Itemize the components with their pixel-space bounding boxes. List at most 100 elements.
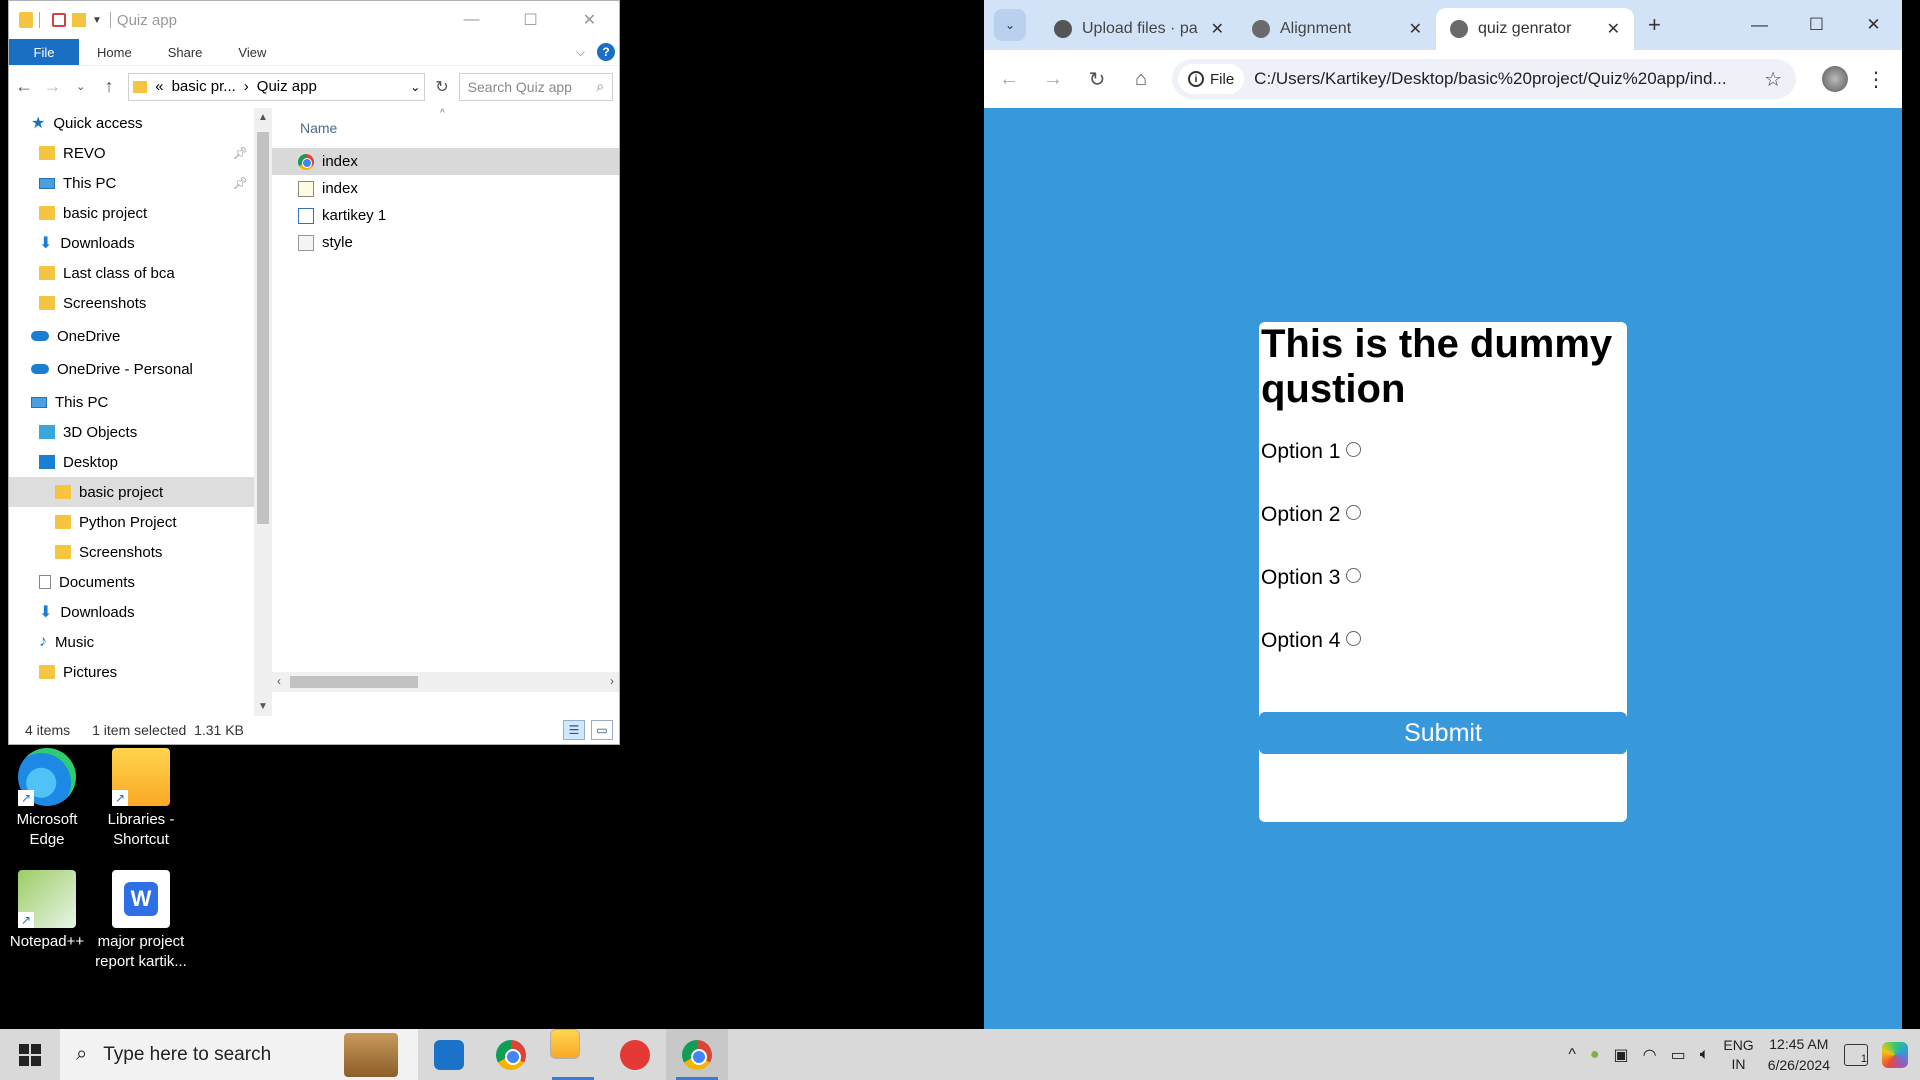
back-arrow-icon[interactable]: ← <box>15 76 33 97</box>
back-arrow-icon[interactable]: ← <box>996 68 1022 91</box>
file-row[interactable]: kartikey 1 <box>272 202 619 229</box>
meet-now-icon[interactable]: ▣ <box>1614 1045 1629 1065</box>
ribbon-tab-file[interactable]: File <box>9 39 79 65</box>
scroll-up-icon[interactable]: ▲ <box>254 112 272 123</box>
nav-item[interactable]: ★ Quick access <box>9 108 254 138</box>
reload-icon[interactable]: ↻ <box>1084 67 1110 92</box>
scroll-thumb[interactable] <box>257 132 269 524</box>
radio-button[interactable] <box>1346 505 1362 520</box>
close-button[interactable]: ✕ <box>560 1 619 39</box>
file-list-hscrollbar[interactable]: ‹ › <box>272 672 619 692</box>
site-info-chip[interactable]: i File <box>1178 64 1245 94</box>
scroll-left-icon[interactable]: ‹ <box>277 674 281 688</box>
bookmark-star-icon[interactable]: ☆ <box>1764 67 1782 92</box>
nav-item[interactable]: Pictures <box>9 657 254 687</box>
nav-item[interactable]: Documents <box>9 567 254 597</box>
nav-item[interactable]: Screenshots <box>9 288 254 318</box>
volume-icon[interactable]: 🔈︎ <box>1700 1046 1710 1064</box>
profile-avatar-icon[interactable] <box>1822 66 1848 92</box>
search-input[interactable]: Search Quiz app ⌕ <box>458 72 614 101</box>
notifications-icon[interactable]: 1 <box>1844 1043 1868 1066</box>
file-row[interactable]: style <box>272 229 619 256</box>
breadcrumb-quiz-app[interactable]: Quiz app <box>257 78 317 95</box>
nav-item[interactable]: basic project <box>9 198 254 228</box>
tab-alignment[interactable]: Alignment ✕ <box>1238 8 1436 50</box>
details-view-icon[interactable]: ☰ <box>563 720 585 740</box>
hscroll-thumb[interactable] <box>290 676 418 688</box>
browser-minimize-button[interactable]: — <box>1731 0 1788 50</box>
nav-item[interactable]: This PC <box>9 387 254 417</box>
new-tab-button[interactable]: + <box>1648 12 1661 38</box>
home-icon[interactable]: ⌂ <box>1128 68 1154 91</box>
tray-app-icon[interactable]: ● <box>1590 1046 1600 1064</box>
submit-button[interactable]: Submit <box>1259 712 1627 754</box>
show-hidden-icons-icon[interactable]: ^ <box>1568 1046 1576 1064</box>
tab-search-icon[interactable]: ⌄ <box>994 9 1026 41</box>
address-bar[interactable]: « basic pr... › Quiz app ⌄ <box>128 72 426 101</box>
help-icon[interactable]: ? <box>597 43 615 61</box>
large-icons-view-icon[interactable]: ▭ <box>591 720 613 740</box>
minimize-button[interactable]: — <box>442 1 501 39</box>
desktop-icon-edge[interactable]: ↗ Microsoft Edge <box>0 748 97 850</box>
forward-arrow-icon[interactable]: → <box>1040 68 1066 91</box>
ribbon-tab-home[interactable]: Home <box>79 45 150 60</box>
ribbon-tab-view[interactable]: View <box>220 45 284 60</box>
scroll-right-icon[interactable]: › <box>610 674 614 688</box>
nav-item[interactable]: This PC 📌︎ <box>9 168 254 198</box>
address-dropdown-icon[interactable]: ⌄ <box>410 80 420 94</box>
quiz-option-2[interactable]: Option 2 <box>1259 483 1627 546</box>
refresh-icon[interactable]: ↻ <box>435 77 448 97</box>
nav-item[interactable]: REVO 📌︎ <box>9 138 254 168</box>
desktop-icon-major-project-report[interactable]: major project report kartik... <box>91 870 191 972</box>
browser-maximize-button[interactable]: ☐ <box>1788 0 1845 50</box>
taskbar-search-box[interactable]: ⌕ Type here to search <box>60 1029 418 1080</box>
menu-kebab-icon[interactable]: ⋮ <box>1866 67 1886 92</box>
nav-item[interactable]: Last class of bca <box>9 258 254 288</box>
quiz-option-3[interactable]: Option 3 <box>1259 546 1627 609</box>
nav-item[interactable]: Desktop <box>9 447 254 477</box>
tab-upload-files[interactable]: Upload files · pa ✕ <box>1040 8 1238 50</box>
new-folder-icon[interactable] <box>72 13 86 27</box>
forward-arrow-icon[interactable]: → <box>43 76 61 97</box>
address-bar[interactable]: i File C:/Users/Kartikey/Desktop/basic%2… <box>1172 59 1796 99</box>
url-text[interactable]: C:/Users/Kartikey/Desktop/basic%20projec… <box>1254 69 1754 89</box>
copilot-icon[interactable] <box>1882 1041 1908 1068</box>
tab-quiz-genrator[interactable]: quiz genrator ✕ <box>1436 8 1634 50</box>
language-indicator[interactable]: ENG IN <box>1723 1036 1753 1074</box>
browser-close-button[interactable]: ✕ <box>1845 0 1902 50</box>
nav-item[interactable]: Screenshots <box>9 537 254 567</box>
maximize-button[interactable]: ☐ <box>501 1 560 39</box>
quiz-option-4[interactable]: Option 4 <box>1259 609 1627 672</box>
breadcrumb-basic-project[interactable]: basic pr... <box>172 78 236 95</box>
radio-button[interactable] <box>1346 631 1362 646</box>
desktop-icon-libraries[interactable]: ↗ Libraries - Shortcut <box>91 748 191 850</box>
search-highlight-image[interactable] <box>344 1033 398 1077</box>
nav-item[interactable]: basic project <box>9 477 254 507</box>
battery-icon[interactable]: ▭ <box>1671 1045 1686 1065</box>
nav-item[interactable]: Python Project <box>9 507 254 537</box>
taskbar-wps[interactable] <box>604 1029 666 1080</box>
properties-icon[interactable] <box>52 13 66 27</box>
taskbar-chrome[interactable] <box>480 1029 542 1080</box>
nav-item[interactable]: 3D Objects <box>9 417 254 447</box>
file-row[interactable]: index <box>272 175 619 202</box>
nav-item[interactable]: ⬇ Downloads <box>9 228 254 258</box>
nav-item[interactable]: OneDrive <box>9 321 254 351</box>
close-tab-icon[interactable]: ✕ <box>1211 19 1224 39</box>
taskbar-chrome-active[interactable] <box>666 1029 728 1080</box>
nav-item[interactable]: ♪ Music <box>9 627 254 657</box>
customize-toolbar-icon[interactable]: ▼ <box>92 15 102 26</box>
expand-ribbon-icon[interactable]: ⌵ <box>576 45 585 60</box>
close-tab-icon[interactable]: ✕ <box>1409 19 1422 39</box>
close-tab-icon[interactable]: ✕ <box>1607 19 1620 39</box>
nav-item[interactable]: OneDrive - Personal <box>9 354 254 384</box>
taskbar-mail[interactable] <box>418 1029 480 1080</box>
quiz-option-1[interactable]: Option 1 <box>1259 420 1627 483</box>
radio-button[interactable] <box>1346 568 1362 583</box>
start-button[interactable] <box>0 1029 60 1080</box>
nav-scrollbar[interactable]: ▲ ▼ <box>254 108 272 716</box>
file-row[interactable]: index <box>272 148 619 175</box>
scroll-down-icon[interactable]: ▼ <box>254 701 272 712</box>
radio-button[interactable] <box>1346 442 1362 457</box>
breadcrumb-overflow[interactable]: « <box>155 78 163 95</box>
